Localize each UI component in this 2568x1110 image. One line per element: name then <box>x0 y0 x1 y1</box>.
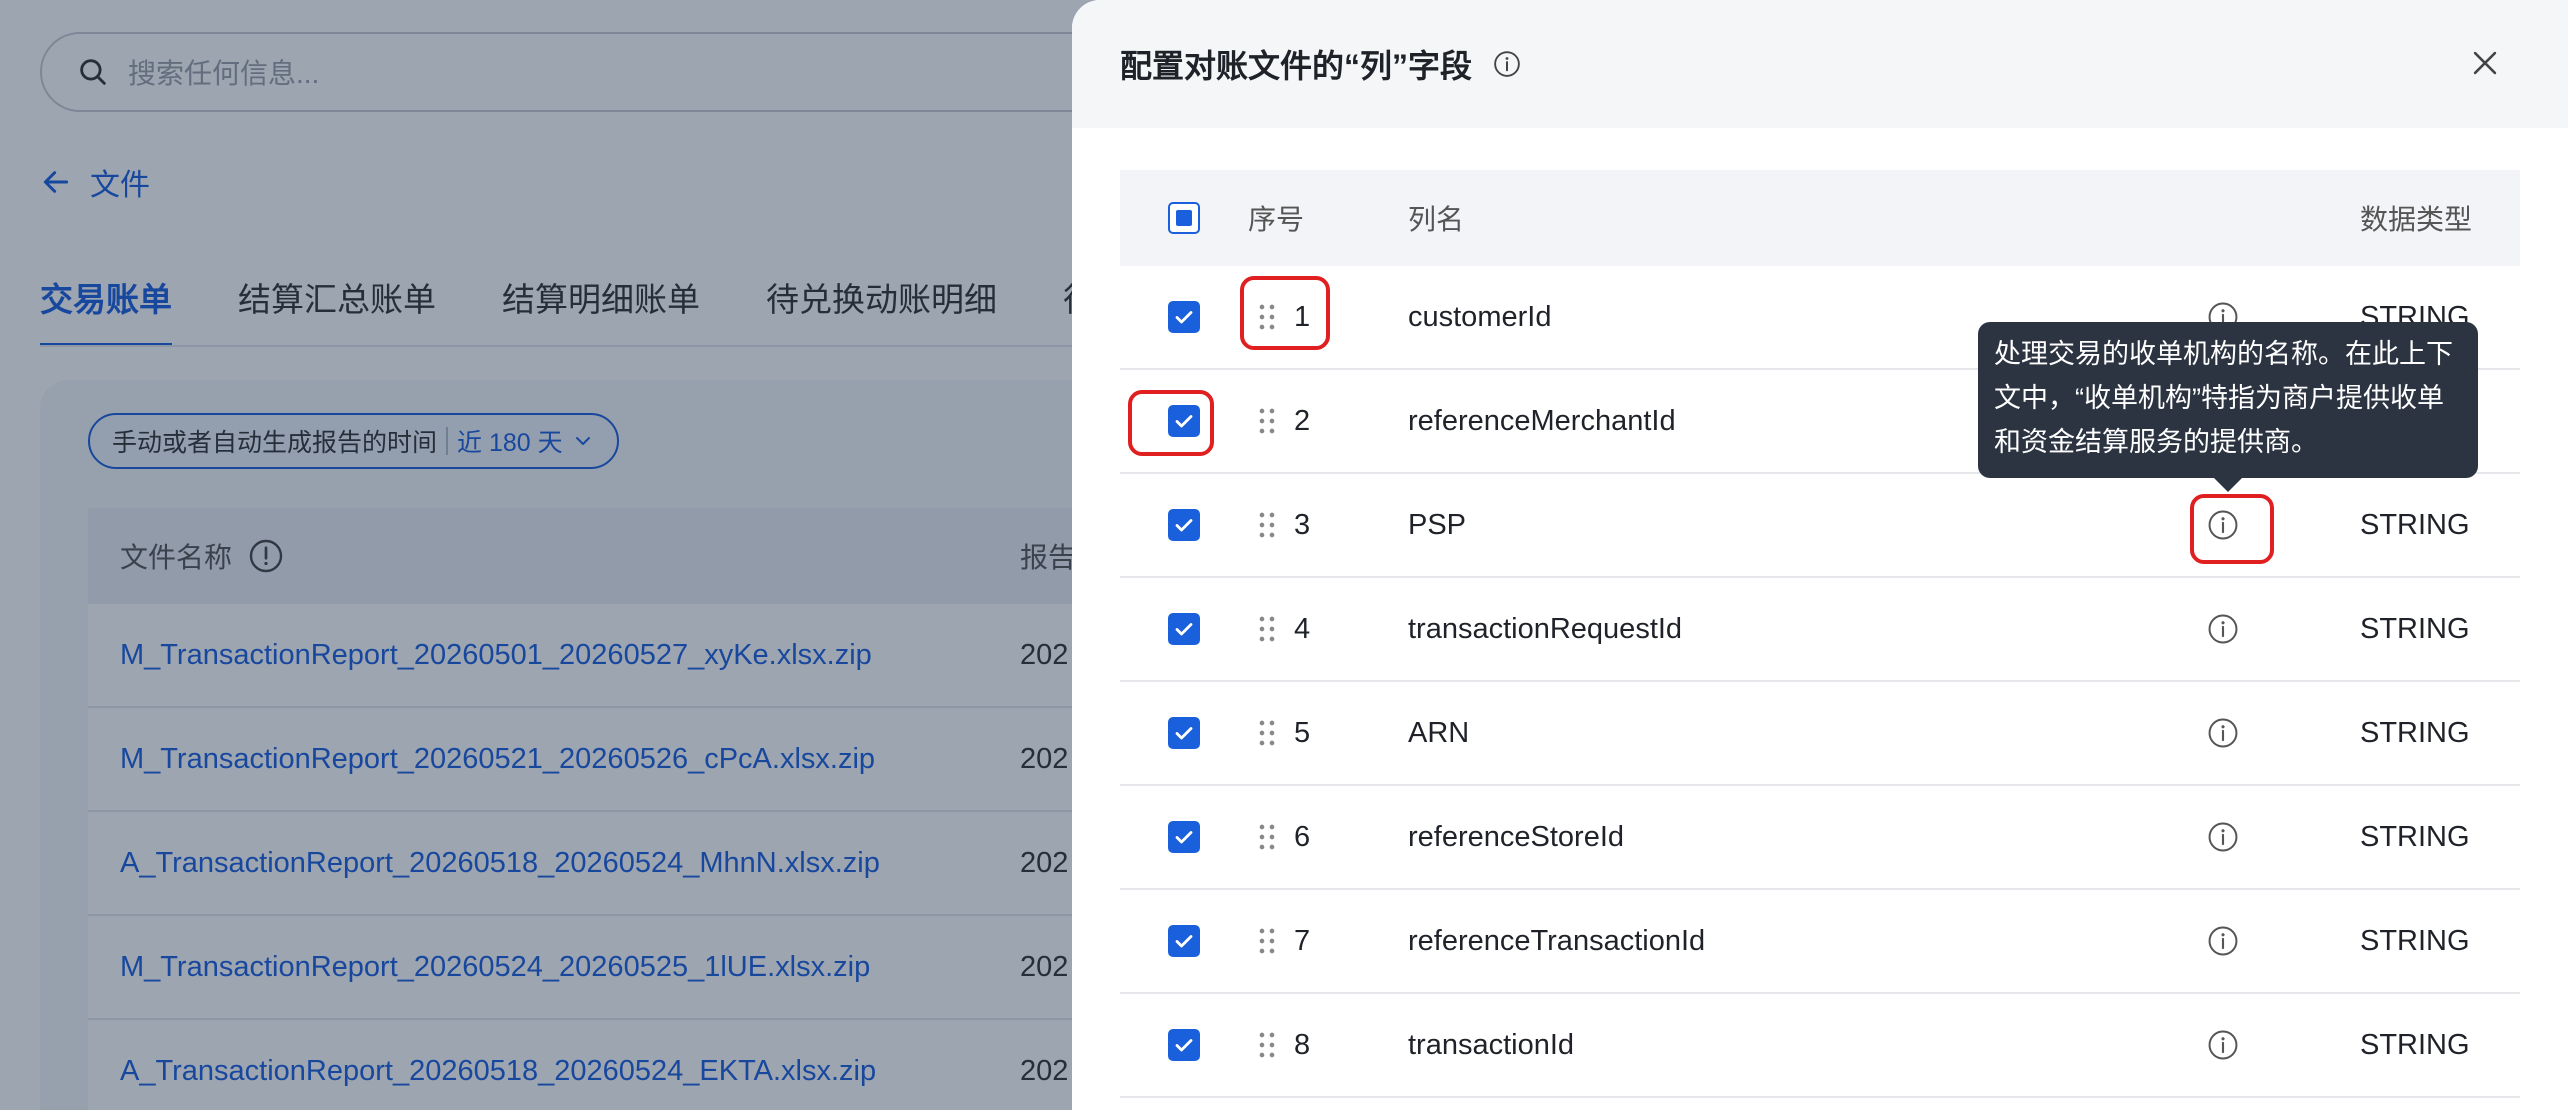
info-icon[interactable] <box>2206 1028 2240 1062</box>
data-type: STRING <box>2360 612 2470 645</box>
drag-handle-icon[interactable] <box>1256 926 1278 956</box>
drag-handle-icon[interactable] <box>1256 822 1278 852</box>
drag-handle-icon[interactable] <box>1256 1030 1278 1060</box>
row-checkbox[interactable] <box>1168 509 1200 541</box>
info-icon[interactable] <box>2206 612 2240 646</box>
data-type: STRING <box>2360 820 2470 853</box>
row-checkbox[interactable] <box>1168 301 1200 333</box>
row-seq: 7 <box>1294 924 1311 957</box>
columns-table: 序号 列名 数据类型 1 customerId STRING 2 referen… <box>1120 170 2520 1098</box>
column-row: 7 referenceTransactionId STRING <box>1120 890 2520 994</box>
psp-tooltip: 处理交易的收单机构的名称。在此上下文中，“收单机构”特指为商户提供收单和资金结算… <box>1978 322 2478 492</box>
highlight-info-icon <box>2190 494 2274 564</box>
column-name: referenceStoreId <box>1408 820 1625 853</box>
column-name: transactionRequestId <box>1408 612 1683 645</box>
column-name: ARN <box>1408 716 1470 749</box>
info-icon[interactable] <box>2206 924 2240 958</box>
row-checkbox[interactable] <box>1168 1029 1200 1061</box>
row-seq: 8 <box>1294 1028 1311 1061</box>
row-checkbox[interactable] <box>1168 821 1200 853</box>
column-name: PSP <box>1408 508 1467 541</box>
row-checkbox[interactable] <box>1168 717 1200 749</box>
data-type: STRING <box>2360 1028 2470 1061</box>
data-type: STRING <box>2360 924 2470 957</box>
info-icon[interactable] <box>2206 820 2240 854</box>
drag-handle-icon[interactable] <box>1256 614 1278 644</box>
column-row: 3 PSP STRING <box>1120 474 2520 578</box>
data-type: STRING <box>2360 508 2470 541</box>
data-type-header: 数据类型 <box>2360 204 2473 235</box>
highlight-checkbox <box>1128 390 1214 456</box>
column-name: transactionId <box>1408 1028 1575 1061</box>
row-seq: 3 <box>1294 508 1311 541</box>
drag-handle-icon[interactable] <box>1256 406 1278 436</box>
info-icon[interactable] <box>1492 49 1522 79</box>
info-icon[interactable] <box>2206 716 2240 750</box>
row-checkbox[interactable] <box>1168 925 1200 957</box>
drawer-title: 配置对账文件的“列”字段 <box>1120 48 1473 84</box>
row-seq: 2 <box>1294 404 1311 437</box>
column-row: 4 transactionRequestId STRING <box>1120 578 2520 682</box>
drawer-header: 配置对账文件的“列”字段 <box>1072 0 2568 128</box>
column-row: 6 referenceStoreId STRING <box>1120 786 2520 890</box>
highlight-drag-handle <box>1240 276 1330 350</box>
select-all-checkbox[interactable] <box>1168 202 1200 234</box>
row-checkbox[interactable] <box>1168 613 1200 645</box>
drag-handle-icon[interactable] <box>1256 510 1278 540</box>
column-row: 5 ARN STRING <box>1120 682 2520 786</box>
column-name: referenceTransactionId <box>1408 924 1706 957</box>
seq-header: 序号 <box>1248 204 1305 235</box>
column-row: 8 transactionId STRING <box>1120 994 2520 1098</box>
row-seq: 6 <box>1294 820 1311 853</box>
data-type: STRING <box>2360 716 2470 749</box>
row-seq: 4 <box>1294 612 1311 645</box>
column-name-header: 列名 <box>1408 204 1465 235</box>
column-config-drawer: 配置对账文件的“列”字段 序号 列名 数据类型 1 customerId STR… <box>1072 0 2568 1110</box>
close-icon[interactable] <box>2468 46 2502 80</box>
drag-handle-icon[interactable] <box>1256 718 1278 748</box>
columns-table-header: 序号 列名 数据类型 <box>1120 170 2520 266</box>
row-seq: 5 <box>1294 716 1311 749</box>
